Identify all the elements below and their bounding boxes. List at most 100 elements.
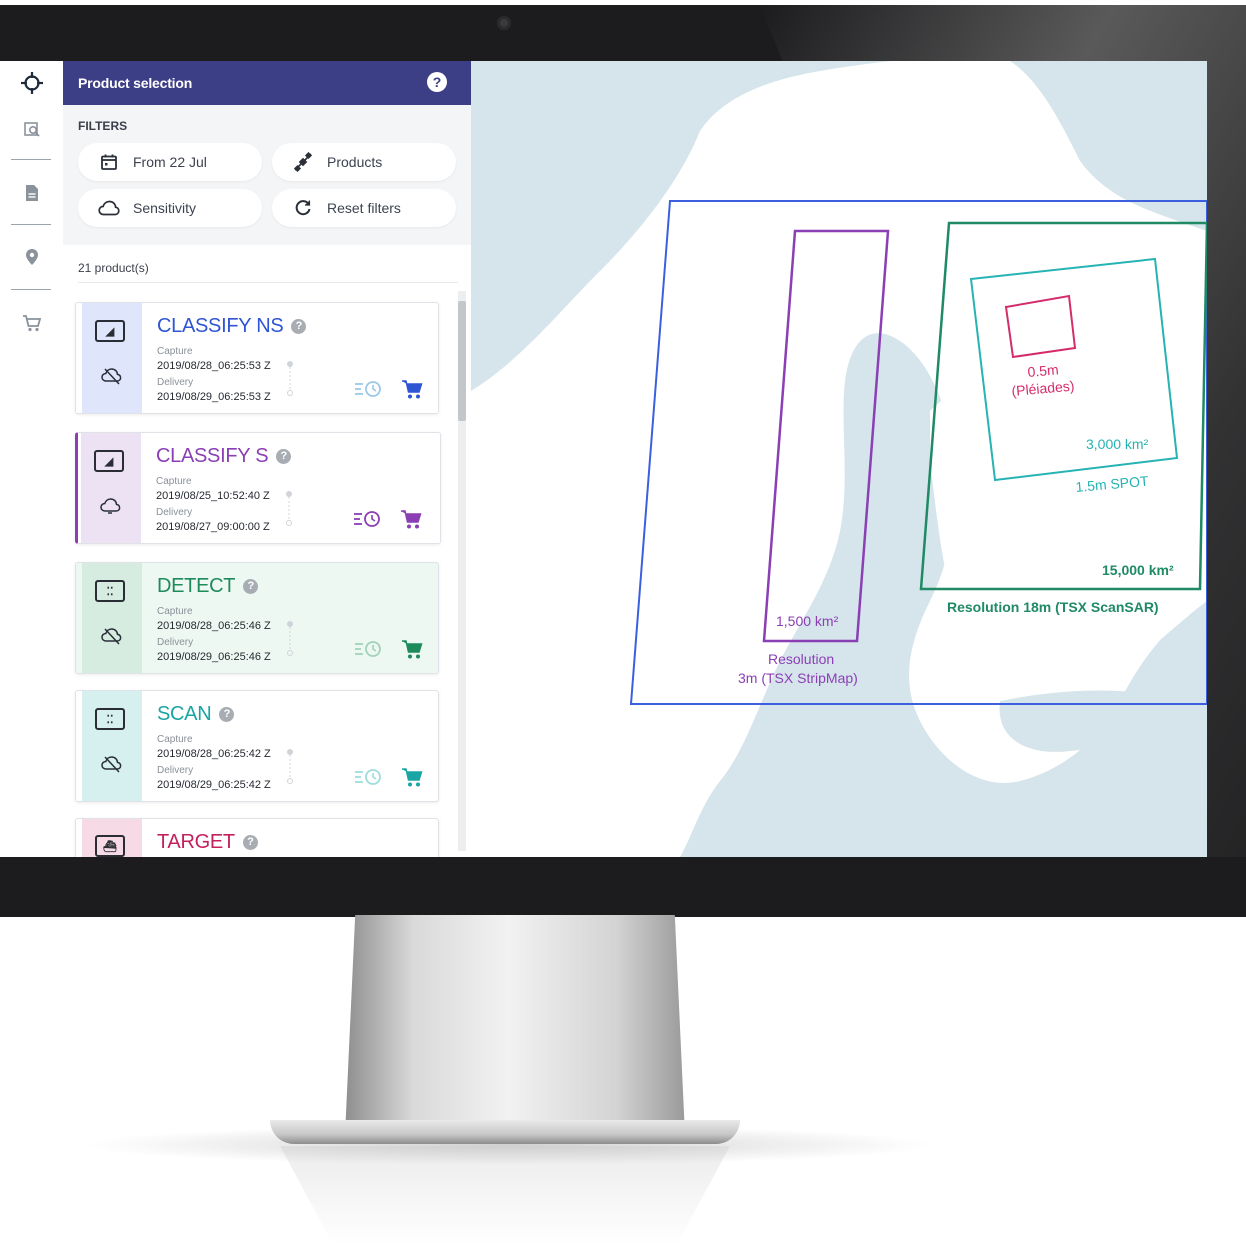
add-to-cart-icon[interactable]: [401, 638, 423, 660]
product-name: SCAN?: [157, 703, 235, 726]
refresh-icon: [292, 197, 314, 219]
date-filter-label: From 22 Jul: [133, 154, 207, 170]
location-pin-icon[interactable]: [0, 239, 63, 275]
app-screen: 1,500 km² Resolution 3m (TSX StripMap) 1…: [0, 61, 1207, 857]
stripmap-resolution-label-1: Resolution: [768, 651, 834, 667]
help-button[interactable]: ?: [427, 72, 447, 92]
product-card-classify-ns[interactable]: ◢ CLASSIFY NS? Capture 2019/08/28_06:25:…: [75, 302, 439, 414]
cloud-off-icon: [99, 751, 125, 777]
product-help-icon[interactable]: ?: [291, 319, 307, 334]
stripmap-resolution-label-2: 3m (TSX StripMap): [738, 670, 858, 686]
capture-datetime: 2019/08/28_06:25:46 Z: [157, 620, 271, 632]
delivery-datetime: 2019/08/29_06:25:46 Z: [157, 651, 271, 663]
panel-title: Product selection: [78, 75, 193, 91]
product-name: CLASSIFY NS?: [157, 315, 307, 338]
product-name: DETECT?: [157, 575, 259, 598]
timeline-icon: [287, 361, 293, 396]
delivery-label: Delivery: [156, 507, 193, 518]
schedule-icon[interactable]: [353, 510, 381, 528]
product-help-icon[interactable]: ?: [243, 579, 259, 594]
document-icon[interactable]: [0, 175, 63, 211]
image-search-icon[interactable]: [0, 111, 63, 147]
panel-header: Product selection ?: [63, 61, 471, 105]
cloud-off-icon: [98, 493, 124, 519]
add-to-cart-icon[interactable]: [401, 378, 423, 400]
timeline-icon: [287, 621, 293, 656]
base-reflection: [280, 1146, 730, 1246]
calendar-icon: [98, 151, 120, 173]
scansar-resolution-label: Resolution 18m (TSX ScanSAR): [947, 599, 1159, 615]
schedule-icon[interactable]: [354, 380, 382, 398]
target-vessel-icon: ⛴: [95, 835, 125, 857]
product-name: CLASSIFY S?: [156, 445, 292, 468]
monitor-base: [270, 1120, 740, 1144]
scansar-area-label: 15,000 km²: [1102, 562, 1174, 578]
delivery-datetime: 2019/08/29_06:25:53 Z: [157, 391, 271, 403]
product-icon-column: ◢: [81, 433, 141, 543]
product-help-icon[interactable]: ?: [276, 449, 292, 464]
satellite-icon: [292, 151, 314, 173]
webcam: [497, 16, 511, 30]
add-to-cart-icon[interactable]: [400, 508, 422, 530]
product-name: TARGET?: [157, 831, 258, 854]
crosshair-icon[interactable]: [0, 65, 63, 101]
cloud-off-icon: [99, 623, 125, 649]
product-icon-column: ◢: [82, 303, 142, 413]
reset-filters-button[interactable]: Reset filters: [272, 189, 456, 227]
delivery-label: Delivery: [157, 637, 194, 648]
sensitivity-filter-label: Sensitivity: [133, 200, 197, 216]
monitor-stand: [345, 915, 685, 1135]
sensitivity-filter-button[interactable]: Sensitivity: [78, 189, 262, 227]
reset-filters-label: Reset filters: [327, 200, 401, 216]
product-icon-column: ⁚⁚: [82, 691, 142, 801]
stripmap-area-label: 1,500 km²: [776, 613, 839, 629]
timeline-icon: [287, 749, 293, 784]
product-card-target[interactable]: ⛴ TARGET?: [75, 818, 439, 857]
product-help-icon[interactable]: ?: [219, 707, 235, 722]
cloud-off-icon: [99, 363, 125, 389]
schedule-icon[interactable]: [354, 640, 382, 658]
delivery-datetime: 2019/08/29_06:25:42 Z: [157, 779, 271, 791]
cloud-icon: [98, 197, 120, 219]
optical-image-icon: ◢: [94, 450, 124, 472]
product-card-detect[interactable]: ⁚⁚ DETECT? Capture 2019/08/28_06:25:46 Z…: [75, 562, 439, 674]
products-filter-button[interactable]: Products: [272, 143, 456, 181]
divider: [78, 282, 458, 283]
monitor-chin: [0, 857, 1246, 917]
icon-rail: [0, 61, 64, 857]
help-icon: ?: [432, 74, 442, 90]
radar-image-icon: ⁚⁚: [95, 580, 125, 602]
delivery-datetime: 2019/08/27_09:00:00 Z: [156, 521, 270, 533]
product-help-icon[interactable]: ?: [242, 835, 258, 850]
capture-label: Capture: [156, 476, 192, 487]
cart-icon[interactable]: [0, 305, 63, 341]
products-filter-label: Products: [327, 154, 383, 170]
date-filter-button[interactable]: From 22 Jul: [78, 143, 262, 181]
capture-label: Capture: [157, 606, 193, 617]
optical-image-icon: ◢: [95, 320, 125, 342]
scrollbar[interactable]: [458, 291, 466, 851]
product-selection-panel: Product selection ? FILTERS From 22 Jul …: [63, 61, 471, 857]
filters-title: FILTERS: [78, 119, 128, 133]
rail-divider: [11, 159, 51, 160]
pleiades-resolution-label-1: 0.5m: [1027, 361, 1059, 380]
scrollbar-thumb[interactable]: [458, 301, 466, 421]
capture-label: Capture: [157, 346, 193, 357]
capture-datetime: 2019/08/28_06:25:53 Z: [157, 360, 271, 372]
product-count: 21 product(s): [78, 261, 149, 275]
delivery-label: Delivery: [157, 765, 194, 776]
filters-section: FILTERS From 22 Jul Products Sensitivity…: [63, 105, 471, 245]
product-icon-column: ⛴: [82, 819, 142, 857]
capture-label: Capture: [157, 734, 193, 745]
product-card-scan[interactable]: ⁚⁚ SCAN? Capture 2019/08/28_06:25:42 Z D…: [75, 690, 439, 802]
timeline-icon: [286, 491, 292, 526]
product-card-classify-s[interactable]: ◢ CLASSIFY S? Capture 2019/08/25_10:52:4…: [75, 432, 441, 544]
delivery-label: Delivery: [157, 377, 194, 388]
schedule-icon[interactable]: [354, 768, 382, 786]
spot-area-label: 3,000 km²: [1086, 436, 1149, 452]
capture-datetime: 2019/08/28_06:25:42 Z: [157, 748, 271, 760]
rail-divider: [11, 289, 51, 290]
add-to-cart-icon[interactable]: [401, 766, 423, 788]
monitor-mockup: 1,500 km² Resolution 3m (TSX StripMap) 1…: [0, 0, 1246, 1248]
capture-datetime: 2019/08/25_10:52:40 Z: [156, 490, 270, 502]
